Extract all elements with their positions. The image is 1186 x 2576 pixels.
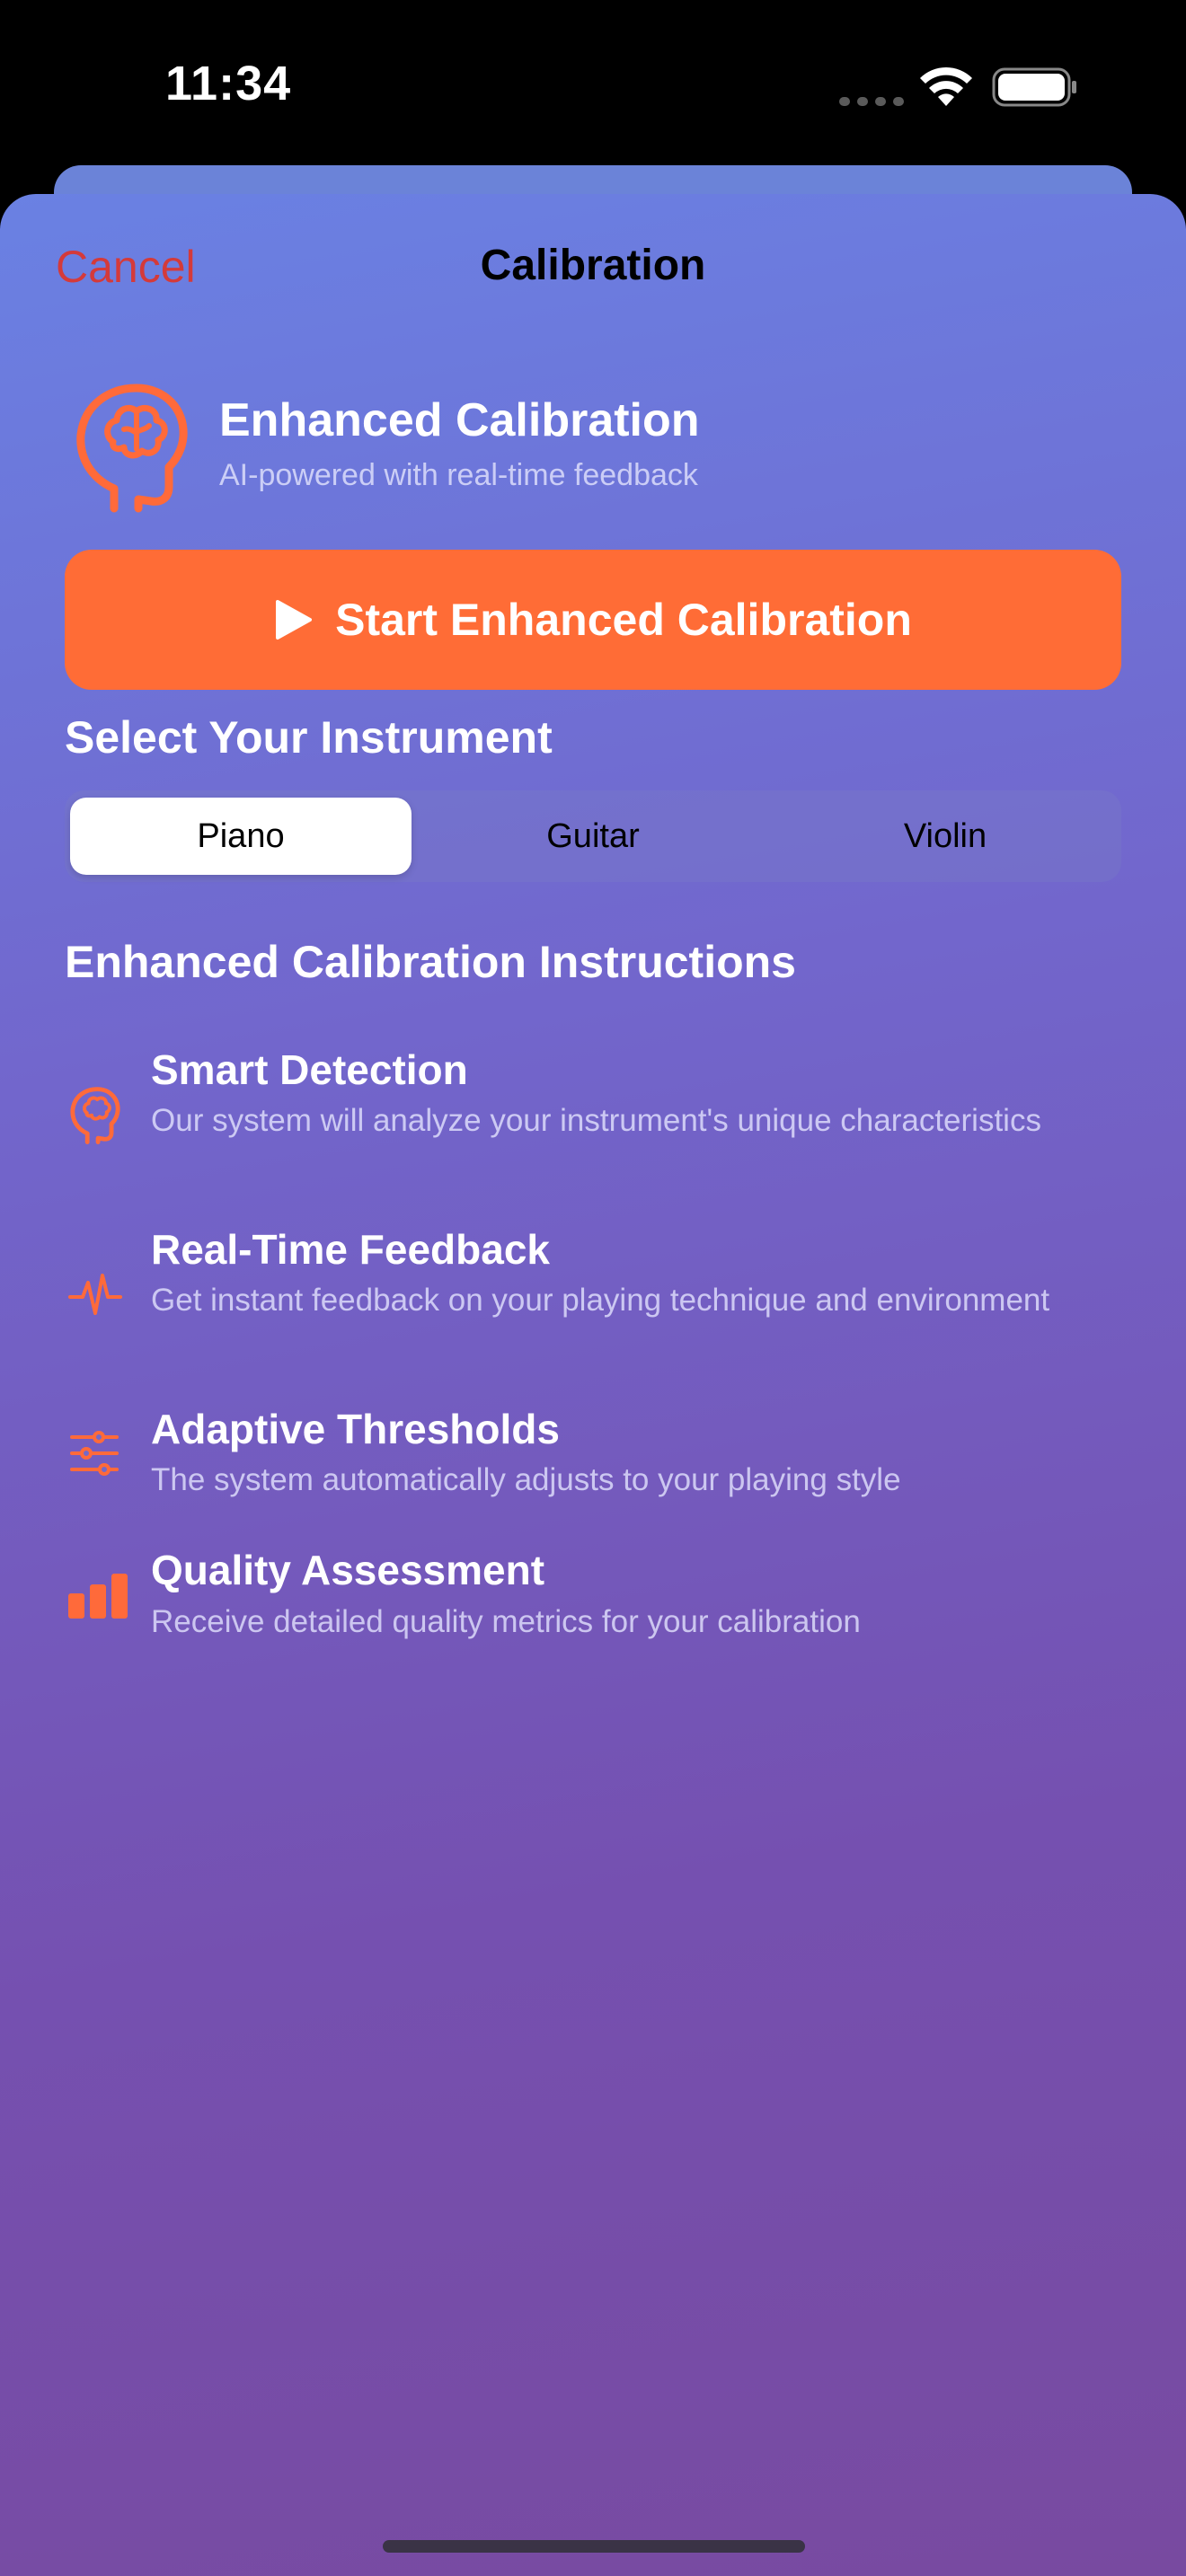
brain-head-icon xyxy=(70,1087,120,1145)
cellular-signal-icon xyxy=(839,94,911,110)
page-title: Calibration xyxy=(480,242,706,289)
status-bar: 11:34 xyxy=(0,0,1186,180)
wifi-icon xyxy=(920,66,972,106)
segment-piano[interactable]: Piano xyxy=(70,798,412,875)
calibration-sheet: Cancel Calibration Enhanced Calibration … xyxy=(0,194,1186,2576)
bar-chart-icon xyxy=(68,1574,128,1619)
sliders-icon xyxy=(70,1431,119,1476)
brain-head-icon xyxy=(76,384,188,513)
instruction-description: Receive detailed quality metrics for you… xyxy=(151,1604,861,1639)
segment-violin[interactable]: Violin xyxy=(774,798,1116,875)
instructions-heading: Enhanced Calibration Instructions xyxy=(65,937,796,987)
status-time: 11:34 xyxy=(165,57,292,110)
home-indicator xyxy=(383,2540,805,2553)
instruction-title: Real-Time Feedback xyxy=(151,1226,551,1273)
instruction-description: Our system will analyze your instrument'… xyxy=(151,1103,1041,1138)
hero-title: Enhanced Calibration xyxy=(219,394,700,446)
start-calibration-button[interactable]: Start Enhanced Calibration xyxy=(65,550,1121,690)
instruction-title: Quality Assessment xyxy=(151,1547,545,1593)
instrument-segmented-control: Piano Guitar Violin xyxy=(65,790,1121,882)
start-calibration-label: Start Enhanced Calibration xyxy=(335,595,912,645)
instruction-title: Adaptive Thresholds xyxy=(151,1406,560,1452)
play-icon xyxy=(276,600,313,640)
instrument-heading: Select Your Instrument xyxy=(65,712,553,763)
waveform-icon xyxy=(68,1274,122,1315)
hero-subtitle: AI-powered with real-time feedback xyxy=(219,458,698,492)
battery-icon xyxy=(992,67,1076,107)
instruction-description: The system automatically adjusts to your… xyxy=(151,1462,901,1497)
segment-guitar[interactable]: Guitar xyxy=(422,798,764,875)
instruction-description: Get instant feedback on your playing tec… xyxy=(151,1283,1050,1318)
instruction-title: Smart Detection xyxy=(151,1046,468,1093)
